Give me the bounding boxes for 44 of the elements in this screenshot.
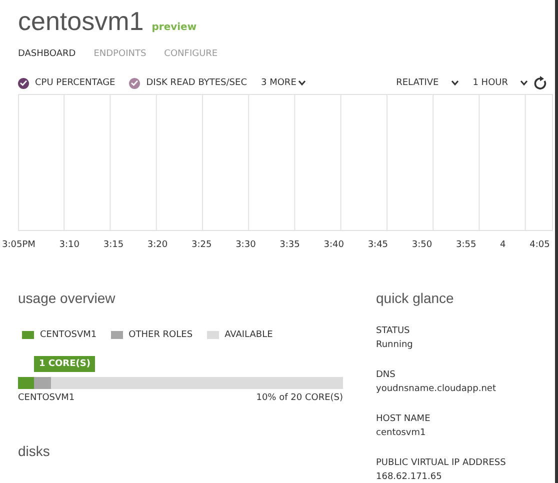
- metric-label: CPU PERCENTAGE: [35, 78, 116, 88]
- axis-label: 3:45: [368, 240, 388, 250]
- range-dropdown[interactable]: 1 HOUR: [472, 78, 508, 88]
- more-dropdown[interactable]: 3 MORE: [261, 78, 296, 88]
- core-callout: 1 CORE(S): [34, 356, 96, 372]
- section-heading: usage overview: [18, 290, 116, 306]
- field-value: centosvm1: [376, 427, 427, 440]
- field-label: PUBLIC VIRTUAL IP ADDRESS: [376, 457, 507, 470]
- axis-label: 3:15: [103, 240, 124, 250]
- field-label: HOST NAME: [376, 413, 432, 426]
- check-icon[interactable]: [18, 78, 29, 88]
- field-label: DNS: [376, 369, 396, 382]
- section-heading: disks: [18, 443, 51, 459]
- axis-label: 3:50: [412, 240, 432, 250]
- bar-total: 10% of 20 CORE(S): [256, 393, 343, 403]
- check-icon[interactable]: [129, 78, 140, 88]
- axis-label: 3:20: [147, 240, 168, 250]
- tab[interactable]: DASHBOARD: [18, 49, 76, 59]
- bar-label: CENTOSVM1: [18, 393, 75, 403]
- field-value: Running: [376, 339, 414, 352]
- axis-label: 3:10: [59, 240, 80, 250]
- caret-icon[interactable]: [298, 80, 306, 86]
- axis-label: 3:30: [236, 240, 256, 250]
- axis-label: 4: [500, 240, 506, 250]
- preview-label: preview: [152, 22, 197, 33]
- legend-label: OTHER ROLES: [128, 330, 193, 340]
- axis-label: 4:05: [530, 240, 550, 250]
- axis-label: 3:40: [324, 240, 344, 250]
- axis-label: 3:55: [456, 240, 476, 250]
- section-heading: quick glance: [376, 290, 455, 306]
- caret-icon[interactable]: [520, 80, 528, 86]
- page-title: centosvm1: [18, 6, 144, 37]
- field-value: 168.62.171.65: [376, 471, 443, 483]
- range-dropdown[interactable]: RELATIVE: [396, 78, 439, 88]
- axis-label: 3:05PM: [2, 240, 36, 250]
- field-value: youdnsname.cloudapp.net: [376, 383, 497, 396]
- legend-label: CENTOSVM1: [40, 330, 97, 340]
- metric-label: DISK READ BYTES/SEC: [146, 78, 247, 88]
- axis-label: 3:35: [280, 240, 300, 250]
- legend-label: AVAILABLE: [224, 330, 273, 340]
- field-label: STATUS: [376, 325, 411, 338]
- refresh-icon[interactable]: [534, 76, 547, 90]
- caret-icon[interactable]: [450, 80, 459, 86]
- axis-label: 3:25: [192, 240, 212, 250]
